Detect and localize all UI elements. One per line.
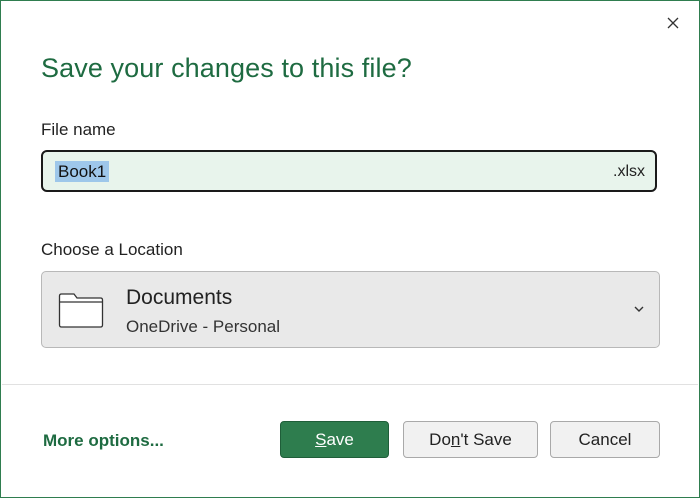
cancel-button[interactable]: Cancel: [550, 421, 660, 458]
location-dropdown[interactable]: Documents OneDrive - Personal: [41, 271, 660, 348]
more-options-link[interactable]: More options...: [43, 431, 164, 451]
chevron-down-icon: [634, 306, 644, 312]
close-icon: [667, 17, 679, 29]
folder-icon: [58, 293, 104, 328]
dialog-title: Save your changes to this file?: [41, 53, 412, 83]
dont-save-button-accel: n: [450, 429, 461, 449]
dont-save-button[interactable]: Do n't Save: [403, 421, 538, 458]
save-button[interactable]: Save: [280, 421, 389, 458]
location-name: Documents: [126, 286, 233, 309]
location-subtitle: OneDrive - Personal: [126, 317, 281, 336]
save-button-label: ave: [326, 429, 354, 449]
file-name-label: File name: [41, 120, 116, 139]
footer-divider: [2, 384, 698, 385]
location-label: Choose a Location: [41, 240, 183, 259]
save-button-accel: S: [315, 429, 327, 449]
dont-save-button-pre: Do: [429, 429, 451, 449]
save-changes-dialog: Save your changes to this file? File nam…: [0, 0, 700, 498]
dont-save-button-rest: 't Save: [460, 429, 512, 449]
file-name-field[interactable]: Book1 .xlsx: [41, 150, 657, 192]
close-button[interactable]: [661, 11, 685, 35]
file-extension: .xlsx: [613, 163, 645, 180]
file-name-input[interactable]: Book1: [55, 161, 110, 182]
